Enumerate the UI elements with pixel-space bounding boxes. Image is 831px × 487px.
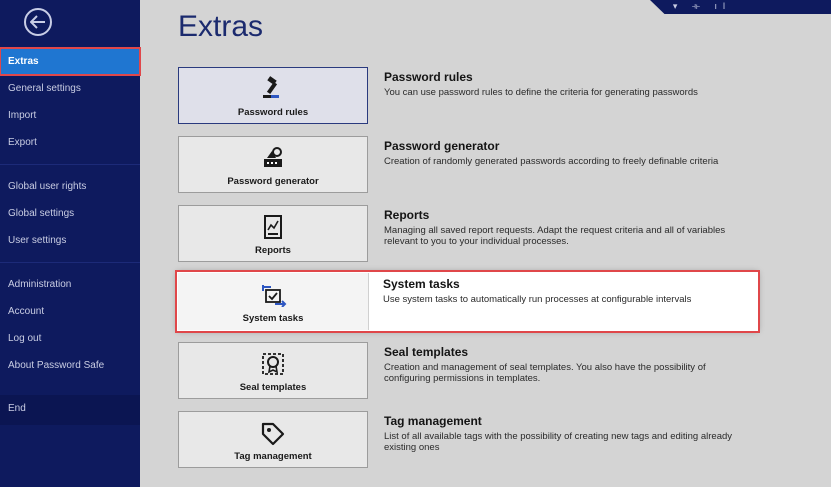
sidebar-divider: [0, 164, 140, 165]
module-text: Creation and management of seal template…: [384, 362, 706, 384]
sidebar-item-import[interactable]: Import: [0, 102, 140, 129]
tile-system-tasks[interactable]: System tasks: [178, 273, 369, 330]
gavel-icon: [263, 76, 279, 98]
module-text: Managing all saved report requests. Adap…: [384, 225, 726, 247]
module-heading: System tasks: [383, 277, 460, 291]
tile-label: Seal templates: [239, 382, 307, 393]
highlighted-row-system-tasks: System tasks System tasks Use system tas…: [175, 270, 760, 333]
tile-label: Reports: [255, 245, 291, 256]
tile-tag-management[interactable]: Tag management: [178, 411, 368, 468]
sidebar-item-about[interactable]: About Password Safe: [0, 352, 140, 379]
module-heading: Password rules: [384, 70, 473, 84]
sidebar-item-end[interactable]: End: [0, 395, 140, 422]
sidebar-item-global-settings[interactable]: Global settings: [0, 200, 140, 227]
sidebar-item-extras[interactable]: Extras: [0, 47, 141, 76]
sidebar-end-area: End: [0, 395, 140, 425]
module-description-reports: Reports Managing all saved report reques…: [384, 208, 764, 247]
module-text: Use system tasks to automatically run pr…: [383, 294, 692, 305]
sidebar-item-account[interactable]: Account: [0, 298, 140, 325]
module-description-tag-management: Tag management List of all available tag…: [384, 414, 764, 453]
module-text: List of all available tags with the poss…: [384, 431, 733, 453]
sidebar: Extras General settings Import Export Gl…: [0, 0, 141, 487]
module-description-password-generator: Password generator Creation of randomly …: [384, 139, 764, 167]
module-description-system-tasks: System tasks Use system tasks to automat…: [383, 277, 753, 305]
generator-icon: [264, 147, 282, 167]
sidebar-item-log-out[interactable]: Log out: [0, 325, 140, 352]
tile-label: Tag management: [234, 451, 312, 462]
module-heading: Password generator: [384, 139, 500, 153]
module-heading: Seal templates: [384, 345, 469, 359]
sidebar-item-user-settings[interactable]: User settings: [0, 227, 140, 254]
sidebar-item-export[interactable]: Export: [0, 129, 140, 156]
module-description-password-rules: Password rules You can use password rule…: [384, 70, 764, 98]
sidebar-item-global-user-rights[interactable]: Global user rights: [0, 173, 140, 200]
tile-password-rules[interactable]: Password rules: [178, 67, 368, 124]
tile-reports[interactable]: Reports: [178, 205, 368, 262]
tile-label: Password rules: [237, 107, 309, 118]
seal-icon: [262, 353, 284, 375]
page-title: Extras: [178, 10, 264, 43]
module-text: You can use password rules to define the…: [384, 87, 698, 98]
sidebar-item-general-settings[interactable]: General settings: [0, 75, 140, 102]
module-text: Creation of randomly generated passwords…: [384, 156, 719, 167]
module-heading: Reports: [384, 208, 430, 222]
sidebar-divider: [0, 262, 140, 263]
system-tasks-icon: [262, 285, 287, 307]
tile-label: Password generator: [227, 176, 319, 187]
tile-password-generator[interactable]: Password generator: [178, 136, 368, 193]
status-icons: ▾ ⟛ ıl: [672, 1, 731, 11]
module-description-seal-templates: Seal templates Creation and management o…: [384, 345, 764, 384]
arrow-left-icon: [30, 15, 45, 29]
tag-icon: [261, 422, 285, 446]
module-heading: Tag management: [384, 414, 482, 428]
report-icon: [264, 215, 282, 239]
back-button[interactable]: [24, 8, 52, 36]
tile-seal-templates[interactable]: Seal templates: [178, 342, 368, 399]
tile-label: System tasks: [242, 313, 304, 324]
sidebar-item-administration[interactable]: Administration: [0, 271, 140, 298]
window-status-strip: ▾ ⟛ ıl: [650, 0, 831, 14]
